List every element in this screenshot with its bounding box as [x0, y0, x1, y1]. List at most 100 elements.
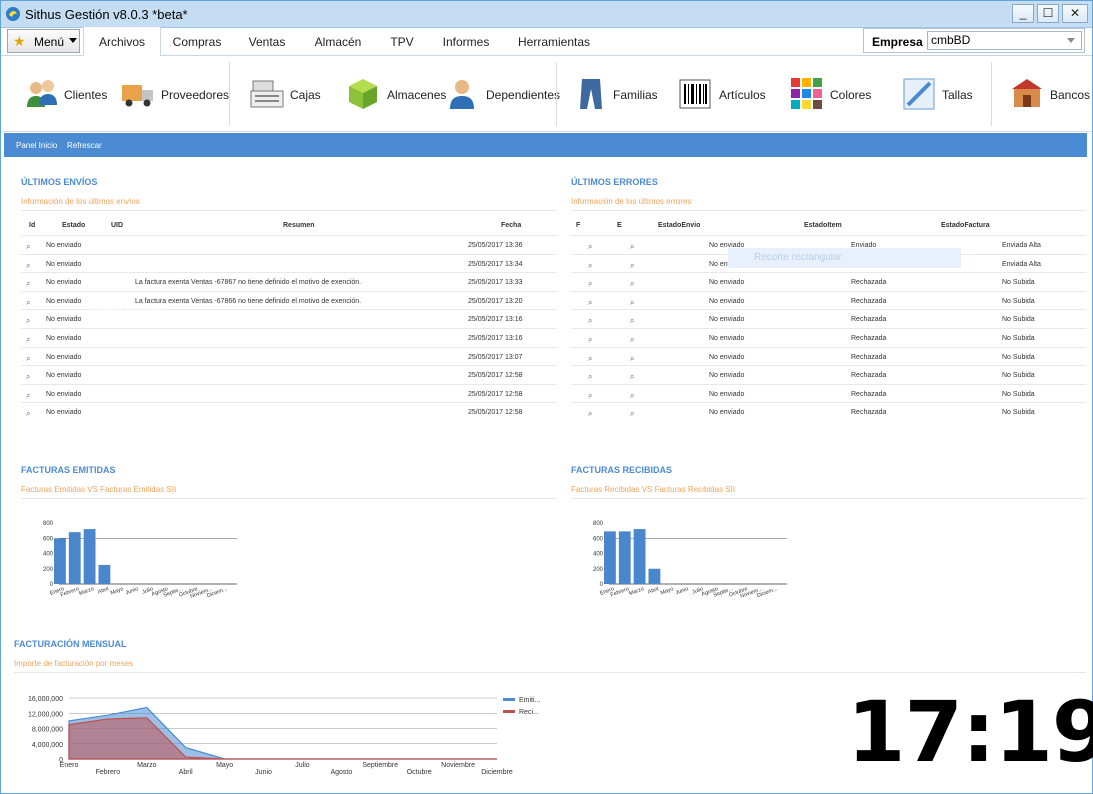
maximize-button[interactable]: ☐: [1037, 4, 1059, 23]
tab-archivos[interactable]: Archivos: [83, 26, 161, 57]
magnifier-icon[interactable]: ⌕: [26, 409, 30, 419]
table-row[interactable]: ⌕ ⌕ No enviado Rechazada No Subida: [571, 290, 1086, 310]
empresa-selector: Empresa cmbBD: [863, 28, 1085, 53]
col-e[interactable]: E: [617, 222, 622, 229]
magnifier-icon[interactable]: ⌕: [588, 391, 592, 401]
magnifier-icon[interactable]: ⌕: [588, 242, 592, 252]
x-tick-label: Octubre: [407, 769, 432, 776]
magnifier-icon[interactable]: ⌕: [588, 354, 592, 364]
col-estado-envio[interactable]: EstadoEnvio: [658, 222, 700, 229]
table-row[interactable]: ⌕ No enviado 25/05/2017 13:36: [21, 235, 557, 254]
magnifier-icon[interactable]: ⌕: [26, 335, 30, 345]
cell-estado-envio: No enviado: [709, 279, 745, 287]
y-tick-label: 12,000,000: [28, 711, 63, 718]
magnifier-icon[interactable]: ⌕: [630, 279, 634, 289]
cell-estado: No enviado: [46, 353, 82, 361]
magnifier-icon[interactable]: ⌕: [630, 409, 634, 419]
magnifier-icon[interactable]: ⌕: [630, 261, 634, 271]
magnifier-icon[interactable]: ⌕: [26, 372, 30, 382]
ribbon-tallas[interactable]: Tallas: [902, 56, 978, 132]
col-fecha[interactable]: Fecha: [501, 222, 521, 229]
tab-compras[interactable]: Compras: [167, 28, 227, 56]
tab-tpv[interactable]: TPV: [385, 28, 419, 56]
table-row[interactable]: ⌕ ⌕ No enviado Rechazada No Subida: [571, 346, 1086, 366]
ribbon-familias[interactable]: Familias: [575, 56, 658, 132]
magnifier-icon[interactable]: ⌕: [630, 391, 634, 401]
col-resumen[interactable]: Resumen: [283, 222, 315, 229]
table-row[interactable]: ⌕ ⌕ No enviado Rechazada No Subida: [571, 272, 1086, 291]
menu-button[interactable]: ★ Menú: [7, 29, 80, 53]
ribbon-clientes[interactable]: Clientes: [25, 56, 107, 132]
magnifier-icon[interactable]: ⌕: [630, 298, 634, 308]
col-f[interactable]: F: [576, 222, 580, 229]
table-row[interactable]: ⌕ ⌕ No enviado Rechazada No Subida: [571, 309, 1086, 328]
ribbon-articulos[interactable]: Artículos: [679, 56, 769, 132]
tab-informes[interactable]: Informes: [436, 28, 496, 56]
ribbon-bancos[interactable]: Bancos: [1010, 56, 1090, 132]
ribbon-label: Bancos: [1050, 88, 1091, 102]
ribbon-colores[interactable]: Colores: [790, 56, 880, 132]
close-button[interactable]: ✕: [1062, 4, 1088, 23]
table-row[interactable]: ⌕ ⌕ No enviado Rechazada No Subida: [571, 328, 1086, 347]
y-tick-label: 200: [593, 567, 604, 573]
refrescar-link[interactable]: Refrescar: [67, 141, 102, 150]
magnifier-icon[interactable]: ⌕: [630, 242, 634, 252]
table-row[interactable]: ⌕ ⌕ No enviado Rechazada No Subida: [571, 365, 1086, 384]
magnifier-icon[interactable]: ⌕: [26, 279, 30, 289]
table-row[interactable]: ⌕ No enviado 25/05/2017 12:58: [21, 365, 557, 384]
magnifier-icon[interactable]: ⌕: [26, 391, 30, 401]
recibidas-subtitle: Facturas Recibidas VS Facturas Recibidas…: [571, 485, 736, 494]
cell-estado-factura: No Subida: [1002, 297, 1035, 305]
cell-fecha: 25/05/2017 12:58: [468, 372, 523, 380]
panel-inicio-link[interactable]: Panel Inicio: [16, 141, 57, 150]
empresa-dropdown[interactable]: cmbBD: [927, 31, 1082, 50]
magnifier-icon[interactable]: ⌕: [630, 335, 634, 345]
tab-herramientas[interactable]: Herramientas: [513, 28, 595, 56]
x-tick-label: Marzo: [137, 762, 157, 769]
ribbon-dependientes[interactable]: Dependientes: [447, 56, 560, 132]
cell-estado-factura: Enviada Alta: [1002, 242, 1041, 249]
col-id[interactable]: Id: [29, 222, 35, 229]
ribbon-separator: [991, 62, 992, 126]
x-tick-label: Mayo: [216, 762, 233, 769]
table-row[interactable]: ⌕ ⌕ No enviado Rechazada No Subida: [571, 383, 1086, 403]
ribbon-almacenes[interactable]: Almacenes: [346, 56, 446, 132]
tab-ventas[interactable]: Ventas: [241, 28, 293, 56]
magnifier-icon[interactable]: ⌕: [588, 261, 592, 271]
ribbon-cajas[interactable]: Cajas: [250, 56, 321, 132]
title-bar[interactable]: Sithus Gestión v8.0.3 *beta* _ ☐ ✕: [1, 1, 1092, 28]
col-uid[interactable]: UID: [111, 222, 123, 229]
magnifier-icon[interactable]: ⌕: [26, 242, 30, 252]
magnifier-icon[interactable]: ⌕: [630, 354, 634, 364]
magnifier-icon[interactable]: ⌕: [588, 316, 592, 326]
y-tick-label: 800: [43, 521, 54, 527]
col-estado-item[interactable]: EstadoItem: [804, 222, 842, 229]
magnifier-icon[interactable]: ⌕: [588, 409, 592, 419]
ribbon-label: Proveedores: [161, 88, 230, 102]
magnifier-icon[interactable]: ⌕: [26, 298, 30, 308]
y-tick-label: 200: [43, 567, 54, 573]
tab-almacen[interactable]: Almacén: [309, 28, 367, 56]
magnifier-icon[interactable]: ⌕: [588, 279, 592, 289]
magnifier-icon[interactable]: ⌕: [630, 316, 634, 326]
x-tick-label: Junio: [675, 586, 689, 596]
ribbon-proveedores[interactable]: Proveedores: [121, 56, 229, 132]
table-row[interactable]: ⌕ No enviado 25/05/2017 12:58: [21, 402, 557, 421]
magnifier-icon[interactable]: ⌕: [588, 372, 592, 382]
magnifier-icon[interactable]: ⌕: [26, 316, 30, 326]
magnifier-icon[interactable]: ⌕: [588, 335, 592, 345]
table-row[interactable]: ⌕ No enviado 25/05/2017 13:34: [21, 253, 557, 273]
magnifier-icon[interactable]: ⌕: [26, 261, 30, 271]
table-row[interactable]: ⌕ No enviado 25/05/2017 13:07: [21, 346, 557, 366]
magnifier-icon[interactable]: ⌕: [630, 372, 634, 382]
table-row[interactable]: ⌕ No enviado 25/05/2017 12:58: [21, 383, 557, 403]
table-row[interactable]: ⌕ ⌕ No enviado Rechazada No Subida: [571, 402, 1086, 421]
magnifier-icon[interactable]: ⌕: [588, 298, 592, 308]
cell-estado-factura: No Subida: [1002, 279, 1035, 287]
magnifier-icon[interactable]: ⌕: [26, 354, 30, 364]
col-estado[interactable]: Estado: [62, 222, 85, 229]
table-row[interactable]: ⌕ No enviado 25/05/2017 13:16: [21, 328, 557, 347]
minimize-button[interactable]: _: [1012, 4, 1034, 23]
col-estado-factura[interactable]: EstadoFactura: [941, 222, 990, 229]
table-row[interactable]: ⌕ No enviado La factura exenta Ventas -678…: [21, 272, 557, 291]
